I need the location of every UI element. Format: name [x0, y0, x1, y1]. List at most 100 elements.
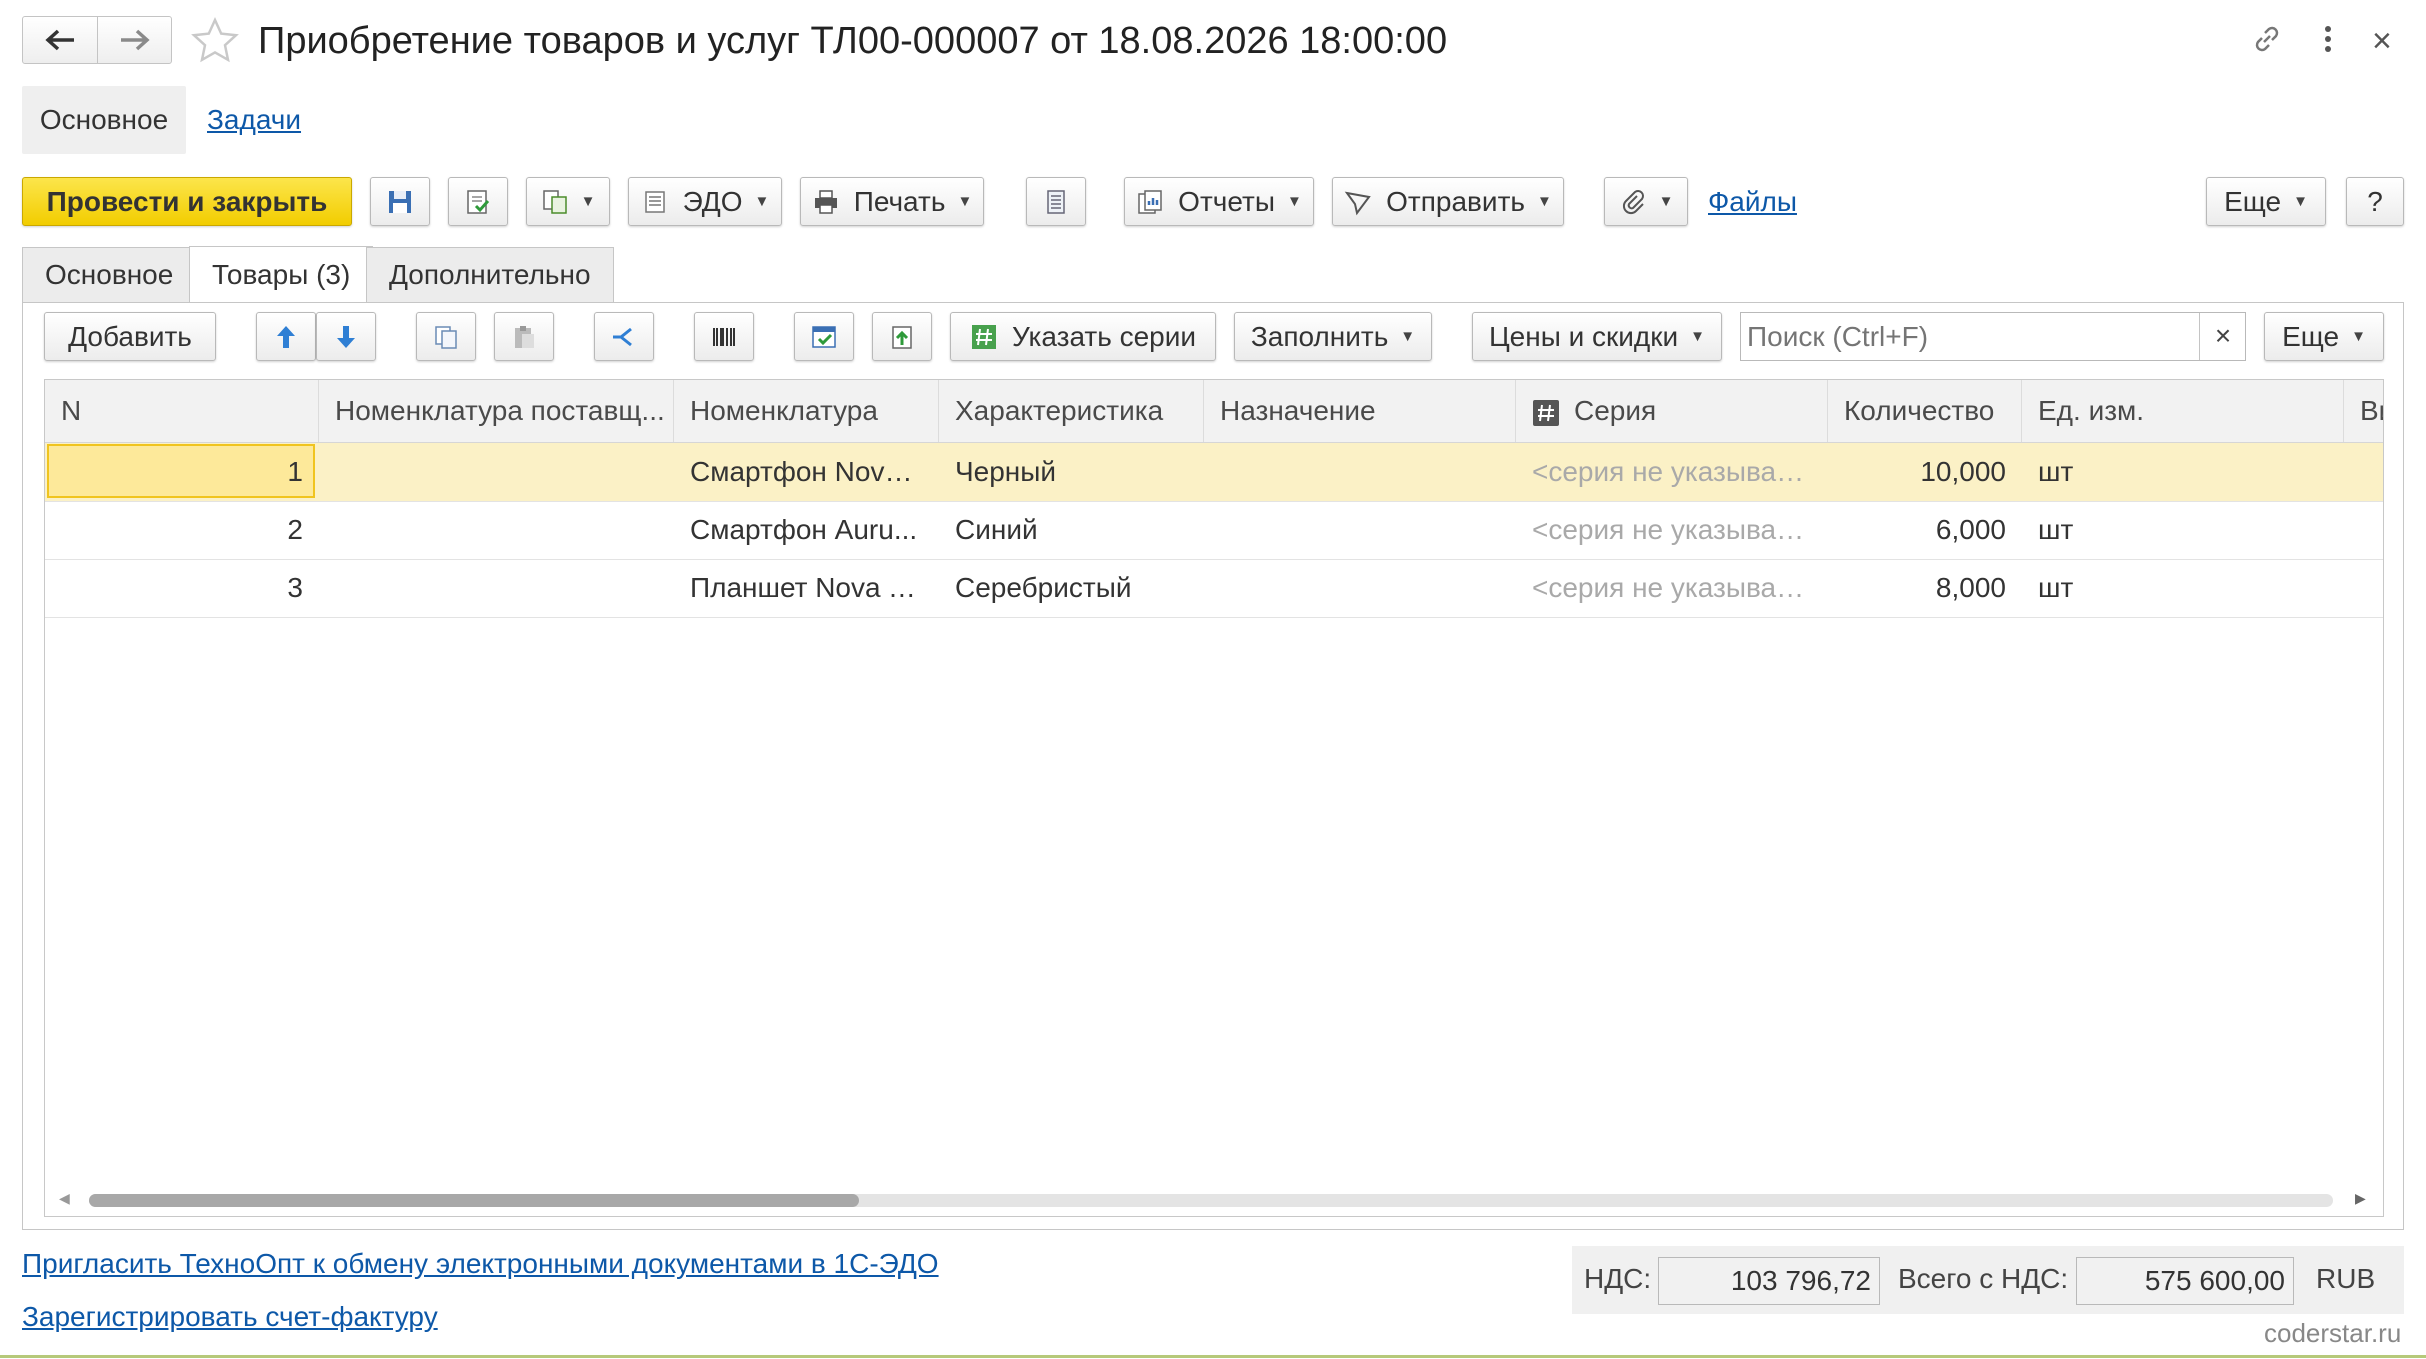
favorite-star-icon[interactable]	[190, 16, 240, 66]
structure-button[interactable]	[1026, 177, 1086, 226]
cell-unit[interactable]: шт	[2022, 443, 2344, 501]
post-document-icon	[467, 189, 490, 214]
cell-n[interactable]: 2	[45, 501, 319, 559]
paperclip-icon	[1622, 189, 1644, 214]
prices-discounts-button[interactable]: Цены и скидки ▼	[1472, 312, 1722, 361]
cell-characteristic[interactable]: Черный	[939, 443, 1204, 501]
cell-unit[interactable]: шт	[2022, 501, 2344, 559]
table-row[interactable]: 2 Смартфон Auru... Синий <серия не указы…	[45, 501, 2383, 560]
add-row-label: Добавить	[68, 320, 192, 352]
tab-goods[interactable]: Товары (3)	[189, 246, 374, 303]
print-button[interactable]: Печать ▼	[800, 177, 984, 226]
attach-button[interactable]: ▼	[1604, 177, 1688, 226]
post-and-close-button[interactable]: Провести и закрыть	[22, 177, 352, 226]
move-up-button[interactable]	[256, 312, 316, 361]
copy-button[interactable]	[416, 312, 476, 361]
cell-series[interactable]: <серия не указывае...	[1516, 501, 1828, 559]
load-from-file-button[interactable]	[872, 312, 932, 361]
reports-button[interactable]: Отчеты ▼	[1124, 177, 1314, 226]
cell-supplier-item[interactable]	[319, 443, 674, 501]
chevron-down-icon: ▼	[1286, 193, 1302, 210]
cell-quantity[interactable]: 8,000	[1828, 559, 2022, 617]
column-header-purpose[interactable]: Назначение	[1204, 380, 1516, 442]
more-button[interactable]: Еще ▼	[2206, 177, 2326, 226]
forward-button[interactable]	[98, 17, 171, 63]
chevron-down-icon: ▼	[580, 193, 596, 210]
move-down-button[interactable]	[316, 312, 376, 361]
arrow-left-icon	[45, 29, 74, 51]
section-tab-tasks[interactable]: Задачи	[207, 104, 301, 136]
cell-series[interactable]: <серия не указывае...	[1516, 559, 1828, 617]
prices-discounts-label: Цены и скидки	[1488, 320, 1679, 352]
more-vertical-icon[interactable]	[2318, 22, 2338, 56]
cell-supplier-item[interactable]	[319, 559, 674, 617]
chevron-down-icon: ▼	[1690, 328, 1706, 345]
post-button[interactable]	[448, 177, 508, 226]
files-link[interactable]: Файлы	[1708, 186, 1797, 218]
split-icon	[613, 327, 632, 346]
create-based-on-button[interactable]: ▼	[526, 177, 610, 226]
section-tab-main-label: Основное	[39, 104, 169, 135]
search-input[interactable]	[1741, 313, 2197, 360]
column-header-characteristic[interactable]: Характеристика	[939, 380, 1204, 442]
section-tab-main[interactable]: Основное	[22, 86, 186, 154]
help-button[interactable]: ?	[2346, 177, 2404, 226]
cell-supplier-item[interactable]	[319, 501, 674, 559]
cell-n[interactable]: 3	[45, 559, 319, 617]
tab-additional[interactable]: Дополнительно	[366, 247, 614, 302]
vat-amount-field: 103 796,72	[1658, 1257, 1880, 1305]
column-header-kind[interactable]: Ви	[2344, 380, 2383, 442]
send-label: Отправить	[1386, 185, 1525, 217]
close-icon[interactable]: ×	[2372, 16, 2392, 66]
check-button[interactable]	[794, 312, 854, 361]
bottom-border	[0, 1355, 2426, 1358]
cell-item[interactable]: Планшет Nova T...	[674, 559, 939, 617]
paste-button[interactable]	[494, 312, 554, 361]
send-icon	[1344, 191, 1371, 215]
link-icon[interactable]	[2250, 22, 2284, 56]
edo-button[interactable]: ЭДО ▼	[628, 177, 782, 226]
cell-characteristic[interactable]: Серебристый	[939, 559, 1204, 617]
table-row[interactable]: 3 Планшет Nova T... Серебристый <серия н…	[45, 559, 2383, 618]
document-structure-icon	[1047, 189, 1065, 214]
cell-item[interactable]: Смартфон Nova...	[674, 443, 939, 501]
table-more-button[interactable]: Еще ▼	[2264, 312, 2384, 361]
scroll-right-arrow[interactable]: ▶	[2355, 1190, 2366, 1207]
cell-purpose[interactable]	[1204, 501, 1516, 559]
hash-icon	[971, 324, 996, 349]
column-header-supplier-item[interactable]: Номенклатура поставщ...	[319, 380, 674, 442]
back-button[interactable]	[23, 17, 98, 63]
cell-characteristic[interactable]: Синий	[939, 501, 1204, 559]
send-button[interactable]: Отправить ▼	[1332, 177, 1564, 226]
column-header-series[interactable]: Серия	[1516, 380, 1828, 442]
register-invoice-link[interactable]: Зарегистрировать счет-фактуру	[22, 1301, 438, 1333]
cell-quantity[interactable]: 10,000	[1828, 443, 2022, 501]
edo-label: ЭДО	[682, 185, 743, 217]
add-row-button[interactable]: Добавить	[44, 312, 216, 361]
invite-edo-link[interactable]: Пригласить ТехноОпт к обмену электронным…	[22, 1248, 939, 1280]
tab-main[interactable]: Основное	[22, 247, 197, 302]
save-button[interactable]	[370, 177, 430, 226]
split-row-button[interactable]	[594, 312, 654, 361]
specify-series-button[interactable]: Указать серии	[950, 312, 1216, 361]
cell-series[interactable]: <серия не указывае...	[1516, 443, 1828, 501]
cell-purpose[interactable]	[1204, 443, 1516, 501]
horizontal-scrollbar-thumb[interactable]	[89, 1194, 859, 1207]
cell-item[interactable]: Смартфон Auru...	[674, 501, 939, 559]
barcode-icon	[713, 327, 735, 346]
column-header-unit[interactable]: Ед. изм.	[2022, 380, 2344, 442]
search-clear-button[interactable]: ×	[2199, 313, 2246, 360]
column-header-series-label: Серия	[1574, 395, 1657, 426]
barcode-button[interactable]	[694, 312, 754, 361]
edo-icon	[644, 190, 665, 213]
cell-unit[interactable]: шт	[2022, 559, 2344, 617]
column-header-item[interactable]: Номенклатура	[674, 380, 939, 442]
column-header-n[interactable]: N	[45, 380, 319, 442]
cell-n[interactable]: 1	[45, 443, 319, 501]
cell-quantity[interactable]: 6,000	[1828, 501, 2022, 559]
column-header-quantity[interactable]: Количество	[1828, 380, 2022, 442]
cell-purpose[interactable]	[1204, 559, 1516, 617]
table-row[interactable]: 1 Смартфон Nova... Черный <серия не указ…	[45, 443, 2383, 502]
scroll-left-arrow[interactable]: ◀	[59, 1190, 70, 1207]
fill-button[interactable]: Заполнить ▼	[1234, 312, 1432, 361]
